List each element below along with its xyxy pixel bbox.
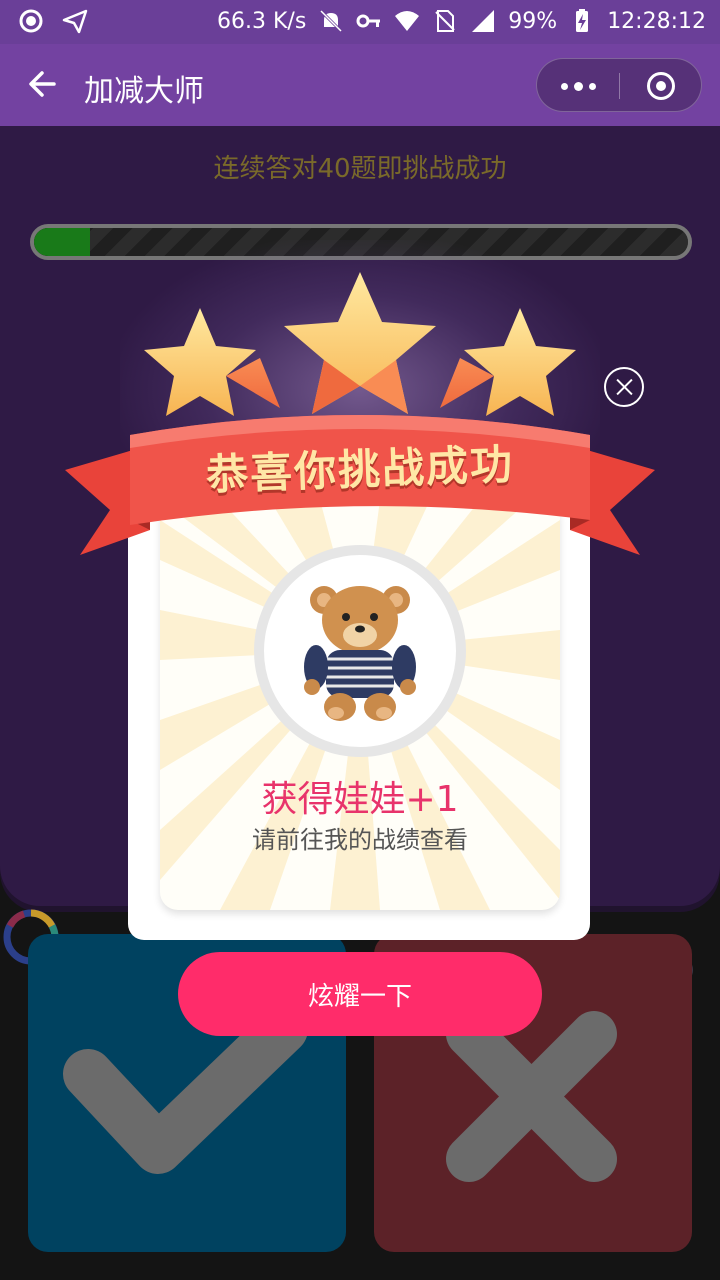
clock: 12:28:12 — [607, 8, 706, 34]
key-icon — [356, 14, 381, 28]
record-icon — [19, 9, 43, 33]
three-stars-icon — [144, 272, 576, 416]
wifi-icon — [395, 11, 420, 31]
prize-image-frame — [254, 545, 466, 757]
signal-icon — [472, 10, 495, 32]
more-options-button[interactable] — [537, 59, 619, 113]
teddy-bear-icon — [304, 586, 416, 721]
back-arrow-icon[interactable] — [24, 64, 64, 104]
prize-text: 获得娃娃+1 — [261, 779, 459, 820]
page-title: 加减大师 — [84, 74, 204, 109]
mute-bell-icon — [320, 9, 343, 33]
prize-subtext: 请前往我的战绩查看 — [252, 826, 468, 854]
close-mini-program-icon[interactable] — [647, 72, 675, 100]
no-sim-icon — [435, 10, 455, 32]
battery-charging-icon — [576, 9, 589, 32]
send-icon — [62, 9, 88, 34]
battery-percent: 99% — [508, 8, 558, 34]
close-modal-button[interactable] — [604, 367, 644, 407]
status-bar: 66.3 K/s 99% 12:28:12 — [0, 0, 720, 44]
capsule-divider — [619, 73, 620, 99]
mini-program-capsule — [536, 58, 702, 112]
progress-fill — [34, 228, 90, 256]
share-button[interactable]: 炫耀一下 — [178, 952, 542, 1036]
challenge-instructions: 连续答对40题即挑战成功 — [213, 154, 507, 184]
title-bar: 加减大师 — [0, 44, 720, 126]
network-speed: 66.3 K/s — [217, 8, 307, 34]
